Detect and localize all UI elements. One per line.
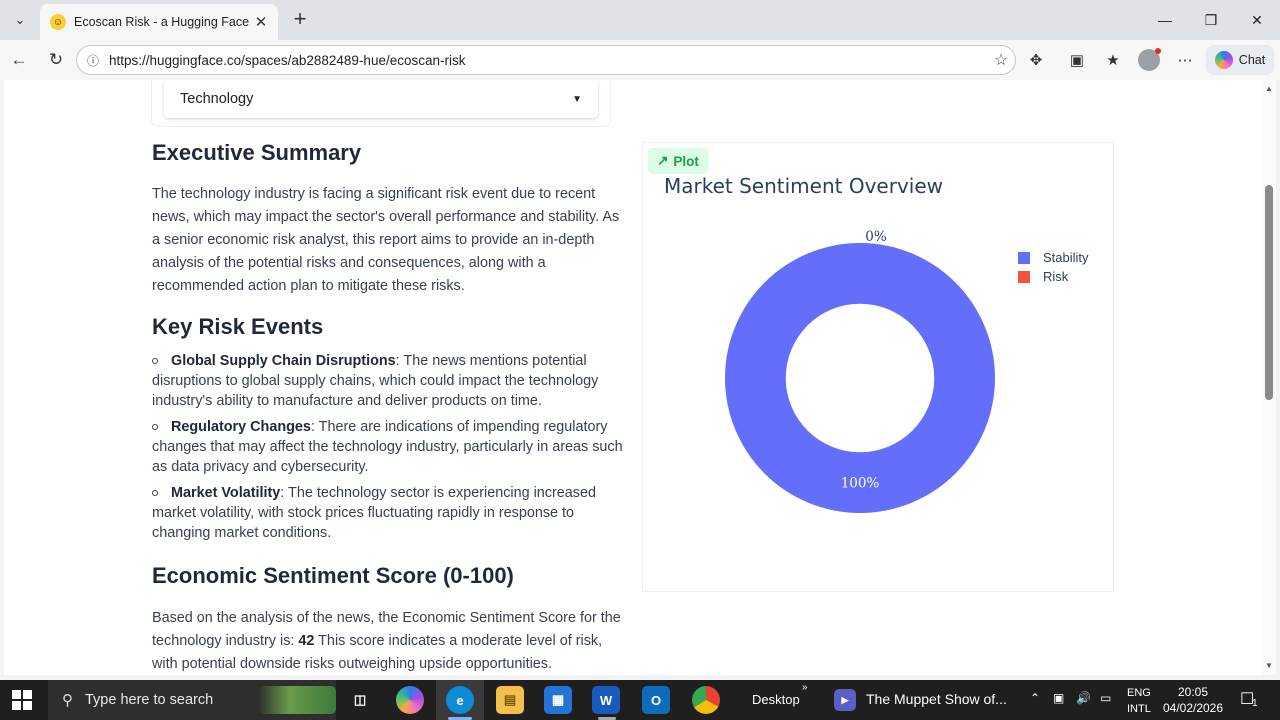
copilot-chat-button[interactable]: Chat xyxy=(1206,45,1274,75)
bullet-icon xyxy=(152,490,158,496)
word-icon[interactable]: W xyxy=(592,686,620,714)
risk-event-title: Regulatory Changes xyxy=(171,419,311,435)
hugging-face-favicon-icon: ☺ xyxy=(50,14,66,30)
bullet-icon xyxy=(152,424,158,430)
close-tab-icon[interactable]: ✕ xyxy=(252,13,270,31)
meet-now-icon[interactable]: ▣ xyxy=(1053,691,1064,705)
chat-label: Chat xyxy=(1238,53,1266,67)
plot-badge: ↗ Plot xyxy=(648,148,708,174)
chart-title: Market Sentiment Overview xyxy=(664,174,944,198)
minimize-icon[interactable]: — xyxy=(1142,0,1188,40)
scroll-down-icon[interactable]: ▼ xyxy=(1262,659,1276,673)
risk-event-item: Global Supply Chain Disruptions: The new… xyxy=(152,351,630,411)
language-indicator[interactable]: ENG INTL xyxy=(1127,685,1151,717)
chevrons-icon[interactable]: » xyxy=(802,682,808,693)
sentiment-score-value: 42 xyxy=(298,633,315,649)
battery-icon[interactable]: ▭ xyxy=(1100,691,1111,705)
industry-dropdown-value: Technology xyxy=(180,91,254,107)
new-tab-icon[interactable]: + xyxy=(288,8,312,32)
risk-event-title: Global Supply Chain Disruptions xyxy=(171,353,396,369)
chart-icon: ↗ xyxy=(657,153,669,168)
volume-icon[interactable]: 🔊 xyxy=(1076,691,1091,705)
executive-summary-text: The technology industry is facing a sign… xyxy=(152,186,620,294)
risk-event-item: Market Volatility: The technology sector… xyxy=(152,483,630,543)
desktop-toolbar-label[interactable]: Desktop xyxy=(752,692,800,707)
task-view-icon[interactable]: ◫ xyxy=(346,686,374,714)
legend-item-stability[interactable]: Stability xyxy=(1018,248,1089,267)
sentiment-score-text: Based on the analysis of the news, the E… xyxy=(152,607,630,675)
legend-swatch xyxy=(1018,270,1030,283)
tab-title: Ecoscan Risk - a Hugging Face Space xyxy=(74,15,252,29)
windows-start-icon[interactable] xyxy=(12,690,32,710)
legend-label: Risk xyxy=(1043,269,1069,284)
executive-summary-heading: Executive Summary xyxy=(152,140,362,165)
extensions-icon[interactable]: ✥ xyxy=(1023,48,1049,72)
back-icon[interactable]: ← xyxy=(6,48,32,72)
media-title[interactable]: The Muppet Show of... xyxy=(866,691,1007,707)
notification-count: 1 xyxy=(1252,698,1258,709)
search-icon: ⚲ xyxy=(62,692,73,709)
copilot-icon xyxy=(1214,51,1233,69)
clock-date: 04/02/2026 xyxy=(1162,701,1224,715)
browser-tab-strip: ⌄ ☺ Ecoscan Risk - a Hugging Face Space … xyxy=(0,0,1280,40)
browser-tab[interactable]: ☺ Ecoscan Risk - a Hugging Face Space ✕ xyxy=(40,4,278,40)
scroll-up-icon[interactable]: ▲ xyxy=(1262,82,1276,96)
risk-event-item: Regulatory Changes: There are indication… xyxy=(152,417,630,477)
chart-legend: Stability Risk xyxy=(1018,248,1089,286)
clock-time: 20:05 xyxy=(1177,685,1209,699)
plot-badge-label: Plot xyxy=(673,153,699,169)
key-risk-events-heading: Key Risk Events xyxy=(152,314,324,339)
edge-browser-icon[interactable]: e xyxy=(446,686,474,714)
sentiment-score-heading: Economic Sentiment Score (0-100) xyxy=(152,563,514,588)
legend-item-risk[interactable]: Risk xyxy=(1018,267,1089,286)
show-hidden-icons-icon[interactable]: ⌃ xyxy=(1030,691,1040,705)
favorites-icon[interactable]: ★ xyxy=(1100,48,1126,72)
refresh-icon[interactable]: ↻ xyxy=(43,48,69,72)
microsoft-store-icon[interactable]: ▦ xyxy=(544,686,572,714)
windows-taskbar: ⚲ Type here to search ◫ e ▤ ▦ W O Deskto… xyxy=(0,680,1280,720)
chevron-down-icon: ▼ xyxy=(572,93,582,105)
language-code: ENG xyxy=(1127,687,1151,699)
restore-icon[interactable]: ❐ xyxy=(1188,0,1234,40)
url-text[interactable]: https://huggingface.co/spaces/ab2882489-… xyxy=(109,53,987,68)
scroll-thumb[interactable] xyxy=(1265,185,1273,400)
profile-notification-dot xyxy=(1155,48,1161,54)
keyboard-layout: INTL xyxy=(1127,703,1151,715)
legend-label: Stability xyxy=(1043,250,1089,265)
site-info-icon[interactable]: ⓘ xyxy=(87,52,103,69)
report-markdown: Executive Summary The technology industr… xyxy=(152,140,630,675)
legend-swatch xyxy=(1018,251,1030,264)
close-window-icon[interactable]: ✕ xyxy=(1234,0,1280,40)
risk-event-title: Market Volatility xyxy=(171,485,281,501)
tab-actions-icon[interactable]: ⌄ xyxy=(6,6,34,34)
media-play-icon[interactable]: ▶ xyxy=(834,689,856,711)
page-scrollbar[interactable]: ▲ ▼ xyxy=(1262,80,1276,675)
search-highlight-image xyxy=(258,686,336,714)
taskbar-clock[interactable]: 20:05 04/02/2026 xyxy=(1162,684,1224,716)
favorite-star-icon[interactable]: ☆ xyxy=(987,50,1015,70)
address-bar-row: ← ↻ ⓘ https://huggingface.co/spaces/ab28… xyxy=(0,40,1280,80)
browser-essentials-icon[interactable]: ▣ xyxy=(1064,48,1090,72)
outlook-icon[interactable]: O xyxy=(642,686,670,714)
risk-events-list: Global Supply Chain Disruptions: The new… xyxy=(152,351,630,543)
chrome-icon[interactable] xyxy=(692,686,720,714)
industry-dropdown[interactable]: Technology ▼ xyxy=(164,80,598,118)
copilot-taskbar-icon[interactable] xyxy=(396,686,424,714)
file-explorer-icon[interactable]: ▤ xyxy=(496,686,524,714)
more-options-icon[interactable]: ⋯ xyxy=(1172,48,1198,72)
bullet-icon xyxy=(152,358,158,364)
search-placeholder: Type here to search xyxy=(85,692,214,708)
address-bar[interactable]: ⓘ https://huggingface.co/spaces/ab288248… xyxy=(76,45,1016,75)
plot-panel xyxy=(642,142,1114,592)
page-viewport: Technology ▼ Executive Summary The techn… xyxy=(4,80,1262,675)
